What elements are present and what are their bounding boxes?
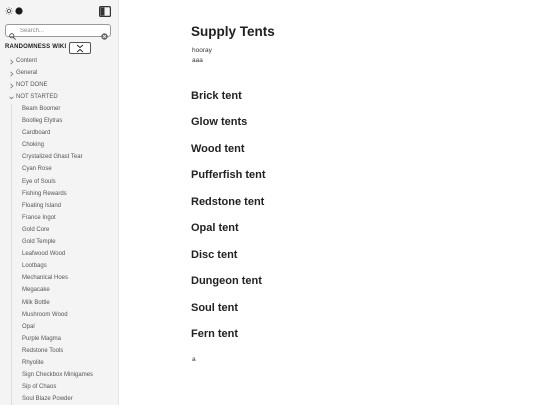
moon-icon <box>15 7 23 15</box>
folder-label: Content <box>16 58 38 64</box>
file-label: Rhyolite <box>22 359 44 366</box>
paragraph: aaa <box>192 57 203 64</box>
file-tree: Content General NOT DONE NOT STARTED Bea… <box>0 56 118 405</box>
collapse-all-button[interactable] <box>69 42 91 54</box>
file-label: Redstone Tools <box>22 347 64 354</box>
file-label: Bootleg Elytras <box>22 118 63 125</box>
file-item[interactable]: Milk Bottle <box>0 298 118 310</box>
file-label: Milk Bottle <box>22 299 50 306</box>
heading-fern-tent: Fern tent <box>191 328 239 340</box>
file-label: Floating Island <box>22 202 62 209</box>
file-label: Mechanical Hoes <box>22 275 69 282</box>
file-label: Lootbags <box>22 263 47 270</box>
chevron-down-icon <box>9 95 14 101</box>
page-title: Supply Tents <box>191 24 275 39</box>
file-item[interactable]: Cyan Rose <box>0 164 118 176</box>
file-item[interactable]: Megacake <box>0 285 118 297</box>
file-item[interactable]: Floating Island <box>0 201 118 213</box>
folder-label: NOT STARTED <box>16 94 58 100</box>
folder-not-started[interactable]: NOT STARTED <box>0 92 118 104</box>
vault-header: RANDOMNESS WIKI <box>5 42 117 54</box>
file-label: Beam Boomer <box>22 106 61 112</box>
file-item[interactable]: Gold Core <box>0 225 118 237</box>
file-label: Leafwood Wood <box>22 251 66 258</box>
file-label: Sip of Chaos <box>22 384 57 391</box>
chevron-right-icon <box>9 59 14 65</box>
file-item[interactable]: Cardboard <box>0 128 118 140</box>
note-content: Supply Tents hooray aaa Brick tent Glow … <box>118 0 540 405</box>
chevron-right-icon <box>9 71 14 77</box>
collapse-icon <box>76 44 84 53</box>
search-input[interactable] <box>20 26 98 36</box>
file-item[interactable]: Sign Checkbox Minigames <box>0 370 118 382</box>
folder-label: General <box>16 70 38 76</box>
file-item[interactable]: Sip of Chaos <box>0 382 118 394</box>
heading-soul-tent: Soul tent <box>191 302 239 314</box>
file-label: Gold Core <box>22 226 50 233</box>
file-item[interactable]: Rhyolite <box>0 358 118 370</box>
heading-wood-tent: Wood tent <box>191 143 245 155</box>
file-item[interactable]: Lootbags <box>0 261 118 273</box>
file-item[interactable]: Mushroom Wood <box>0 310 118 322</box>
file-item[interactable]: Opal <box>0 322 118 334</box>
search-box <box>5 24 111 40</box>
heading-dungeon-tent: Dungeon tent <box>191 275 262 287</box>
folder-label: NOT DONE <box>16 82 48 88</box>
file-item[interactable]: Soul Blaze Powder <box>0 394 118 405</box>
file-label: Gold Temple <box>22 239 56 246</box>
file-label: Choking <box>22 142 45 149</box>
file-label: Sign Checkbox Minigames <box>22 372 94 379</box>
file-label: Crystalized Ghast Tear <box>22 154 83 161</box>
file-label: Opal <box>22 323 35 330</box>
paragraph: hooray <box>192 47 212 54</box>
heading-opal-tent: Opal tent <box>191 222 239 234</box>
file-label: Cardboard <box>22 130 51 137</box>
sun-icon <box>5 7 13 15</box>
file-label: Megacake <box>22 287 50 294</box>
file-label: Fishing Rewards <box>22 190 67 197</box>
layout-toggle-icon[interactable] <box>99 4 112 18</box>
search-icon <box>9 27 16 40</box>
file-item[interactable]: Leafwood Wood <box>0 249 118 261</box>
file-item[interactable]: Beam Boomer <box>0 104 118 116</box>
heading-brick-tent: Brick tent <box>191 90 242 102</box>
chevron-right-icon <box>9 83 14 89</box>
file-label: Cyan Rose <box>22 166 52 173</box>
file-label: Purple Magma <box>22 335 62 342</box>
file-label: Soul Blaze Powder <box>22 396 73 403</box>
file-item[interactable]: Bootleg Elytras <box>0 116 118 128</box>
paragraph: a <box>192 356 196 363</box>
folder-not-done[interactable]: NOT DONE <box>0 80 118 92</box>
app-window: RANDOMNESS WIKI Content General <box>0 0 540 405</box>
file-item[interactable]: Mechanical Hoes <box>0 273 118 285</box>
file-item[interactable]: Purple Magma <box>0 334 118 346</box>
file-item[interactable]: Redstone Tools <box>0 346 118 358</box>
sidebar-header <box>0 0 118 22</box>
sidebar: RANDOMNESS WIKI Content General <box>0 0 119 405</box>
file-label: Mushroom Wood <box>22 311 68 318</box>
heading-glow-tents: Glow tents <box>191 116 248 128</box>
file-label: France Ingot <box>22 214 56 221</box>
heading-disc-tent: Disc tent <box>191 249 238 261</box>
file-item[interactable]: Gold Temple <box>0 237 118 249</box>
clear-search-icon[interactable] <box>101 27 108 40</box>
file-item[interactable]: Eye of Souls <box>0 177 118 189</box>
theme-toggle[interactable] <box>5 6 25 16</box>
file-item[interactable]: Crystalized Ghast Tear <box>0 152 118 164</box>
vault-name[interactable]: RANDOMNESS WIKI <box>5 44 66 50</box>
file-item[interactable]: Fishing Rewards <box>0 189 118 201</box>
file-item[interactable]: France Ingot <box>0 213 118 225</box>
heading-pufferfish-tent: Pufferfish tent <box>191 169 266 181</box>
file-item[interactable]: Choking <box>0 140 118 152</box>
folder-general[interactable]: General <box>0 68 118 80</box>
folder-content[interactable]: Content <box>0 56 118 68</box>
heading-redstone-tent: Redstone tent <box>191 196 265 208</box>
file-label: Eye of Souls <box>22 178 56 185</box>
